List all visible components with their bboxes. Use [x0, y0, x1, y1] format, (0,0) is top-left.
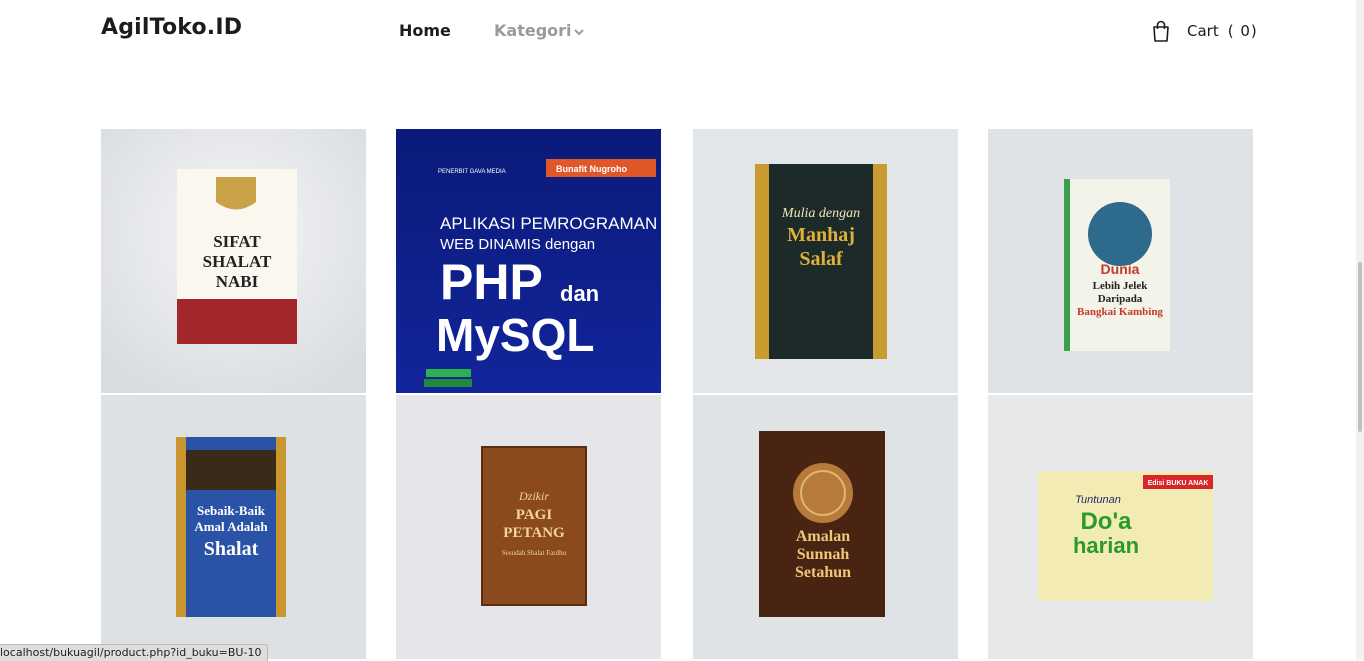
product-card-sebaik-baik-amal[interactable]: Sebaik-Baik Amal Adalah Shalat — [101, 395, 366, 659]
cover-title-line1: Sebaik-Baik — [197, 503, 266, 518]
nav-kategori-dropdown[interactable]: Kategori — [494, 21, 584, 40]
cover-title-dan: dan — [560, 281, 599, 306]
product-card-dunia-bangkai-kambing[interactable]: Dunia Lebih Jelek Daripada Bangkai Kambi… — [988, 129, 1253, 393]
product-card-manhaj-salaf[interactable]: Mulia dengan Manhaj Salaf — [693, 129, 958, 393]
cover-title-line3: NABI — [216, 272, 259, 291]
cover-badge: Edisi BUKU ANAK — [1148, 480, 1209, 487]
product-card-dzikir-pagi-petang[interactable]: Dzikir PAGI PETANG Sesudah Shalat Fardhu — [396, 395, 661, 659]
cover-title-line3: Salaf — [799, 248, 843, 270]
cart-button[interactable]: Cart ( 0) — [1152, 20, 1258, 42]
cover-title-line2: WEB DINAMIS dengan — [440, 236, 595, 253]
cover-title-line3: PETANG — [503, 525, 565, 541]
cover-title-line1: Tuntunan — [1075, 494, 1121, 506]
brand-logo[interactable]: AgilToko.ID — [101, 15, 242, 40]
page-scrollbar[interactable] — [1356, 0, 1364, 660]
status-bar-url: localhost/bukuagil/product.php?id_buku=B… — [0, 644, 269, 661]
cover-title-line1: Dzikir — [518, 489, 549, 503]
product-card-amalan-sunnah-setahun[interactable]: Amalan Sunnah Setahun — [693, 395, 958, 659]
navbar: AgilToko.ID Home Kategori Cart ( 0) — [0, 0, 1356, 62]
cover-title-php: PHP — [440, 254, 543, 310]
nav-home-link[interactable]: Home — [399, 21, 451, 40]
cover-title-line2: Sunnah — [797, 546, 850, 563]
product-card-php-mysql[interactable]: Bunafit Nugroho PENERBIT GAVA MEDIA APLI… — [396, 129, 661, 393]
cover-author: Bunafit Nugroho — [556, 164, 627, 174]
product-card-tuntunan-doa-harian[interactable]: Edisi BUKU ANAK Tuntunan Do'a harian — [988, 395, 1253, 659]
cover-title-line1: Amalan — [796, 528, 850, 545]
cart-count: ( 0) — [1227, 22, 1258, 40]
cover-title-line1: Mulia dengan — [781, 206, 860, 221]
nav-kategori-label: Kategori — [494, 21, 572, 40]
chevron-down-icon — [573, 28, 584, 35]
cover-title-line1: Dunia — [1101, 261, 1140, 277]
product-card-sifat-shalat-nabi[interactable]: SIFAT SHALAT NABI — [101, 129, 366, 393]
cover-title-line2: SHALAT — [203, 252, 272, 271]
cover-title-line3: harian — [1073, 533, 1139, 558]
shopping-bag-icon — [1153, 20, 1169, 42]
cart-label: Cart — [1187, 22, 1219, 40]
cover-title-mysql: MySQL — [436, 309, 594, 361]
cover-title-line1: SIFAT — [213, 232, 261, 251]
cover-publisher: PENERBIT GAVA MEDIA — [438, 169, 506, 175]
cover-title-line2: Do'a — [1080, 508, 1132, 535]
cover-title-line2: Manhaj — [787, 224, 855, 246]
scrollbar-thumb[interactable] — [1358, 262, 1362, 432]
cover-title-line2: Amal Adalah — [194, 519, 268, 534]
cover-title-line3: Shalat — [204, 538, 259, 560]
cover-title-line4: Sesudah Shalat Fardhu — [502, 549, 567, 557]
cover-title-line3: Setahun — [795, 564, 851, 581]
cover-title-line2: PAGI — [516, 507, 553, 523]
cover-title-line3: Daripada — [1098, 293, 1143, 305]
cover-title-line1: APLIKASI PEMROGRAMAN — [440, 214, 657, 233]
cover-title-line2: Lebih Jelek — [1093, 280, 1149, 292]
cover-title-line4: Bangkai Kambing — [1077, 306, 1163, 318]
